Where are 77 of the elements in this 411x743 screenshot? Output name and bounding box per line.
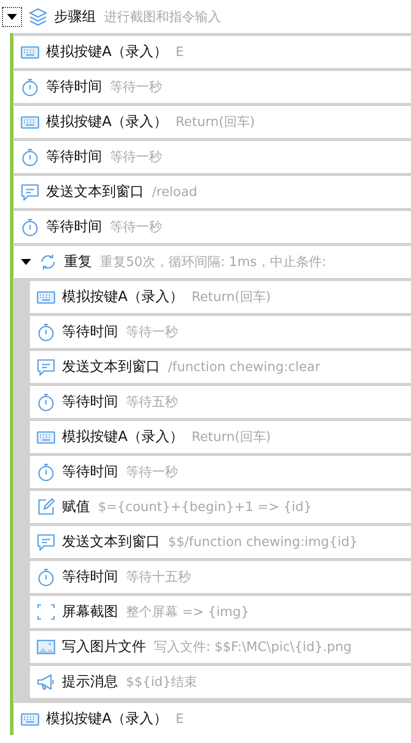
- stopwatch-icon: [36, 567, 56, 587]
- step-title: 模拟按键A（录入）: [62, 428, 184, 446]
- step-row[interactable]: 等待时间 等待一秒: [14, 71, 411, 103]
- step-row[interactable]: 模拟按键A（录入） Return(回车): [14, 106, 411, 138]
- step-title: 等待时间: [46, 78, 102, 96]
- step-title: 发送文本到窗口: [46, 183, 144, 201]
- step-title: 模拟按键A（录入）: [46, 43, 168, 61]
- step-detail: 等待一秒: [110, 79, 162, 96]
- step-row[interactable]: 等待时间 等待一秒: [30, 456, 411, 488]
- step-detail: /function chewing:clear: [168, 360, 320, 374]
- step-title: 等待时间: [62, 568, 118, 586]
- step-row[interactable]: 发送文本到窗口 $$/function chewing:img{id}: [30, 526, 411, 558]
- step-row[interactable]: 发送文本到窗口 /reload: [14, 176, 411, 208]
- megaphone-icon: [36, 672, 56, 692]
- step-row[interactable]: 模拟按键A（录入） E: [14, 36, 411, 68]
- step-title: 提示消息: [62, 673, 118, 691]
- step-title: 等待时间: [62, 323, 118, 341]
- step-title: 屏幕截图: [62, 603, 118, 621]
- step-detail: 等待十五秒: [126, 569, 191, 586]
- step-title: 赋值: [62, 498, 90, 516]
- step-title: 等待时间: [46, 148, 102, 166]
- step-detail: 等待一秒: [110, 219, 162, 236]
- step-title: 模拟按键A（录入）: [62, 288, 184, 306]
- step-title: 等待时间: [62, 463, 118, 481]
- layers-icon: [28, 6, 48, 26]
- step-detail: 等待一秒: [126, 324, 178, 341]
- step-title: 重复: [64, 253, 92, 271]
- chat-bubble-icon: [36, 357, 56, 377]
- stopwatch-icon: [20, 217, 40, 237]
- stopwatch-icon: [20, 147, 40, 167]
- screenshot-frame-icon: [36, 602, 56, 622]
- step-detail: 等待一秒: [110, 149, 162, 166]
- step-row[interactable]: 模拟按键A（录入） Return(回车): [30, 281, 411, 313]
- step-row[interactable]: 等待时间 等待五秒: [30, 386, 411, 418]
- step-detail: 等待一秒: [126, 464, 178, 481]
- step-detail: /reload: [152, 184, 198, 200]
- step-row[interactable]: 等待时间 等待十五秒: [30, 561, 411, 593]
- step-row[interactable]: 赋值 $={count}+{begin}+1 => {id}: [30, 491, 411, 523]
- step-detail: Return(回车): [192, 289, 271, 306]
- step-detail: Return(回车): [192, 429, 271, 446]
- step-detail: 重复50次，循环间隔: 1ms，中止条件:: [100, 254, 326, 271]
- step-row[interactable]: 等待时间 等待一秒: [14, 141, 411, 173]
- step-title: 等待时间: [46, 218, 102, 236]
- step-detail: 进行截图和指令输入: [104, 8, 221, 26]
- step-detail: Return(回车): [176, 114, 255, 131]
- step-row[interactable]: 提示消息 $${id}结束: [30, 666, 411, 698]
- step-row[interactable]: 等待时间 等待一秒: [14, 211, 411, 243]
- step-title: 模拟按键A（录入）: [46, 113, 168, 131]
- step-detail: 写入文件: $$F:\MC\pic\{id}.png: [154, 639, 352, 656]
- step-detail: 整个屏幕 => {img}: [126, 604, 250, 621]
- step-row[interactable]: 发送文本到窗口 /function chewing:clear: [30, 351, 411, 383]
- pencil-icon: [36, 497, 56, 517]
- image-icon: [36, 637, 56, 657]
- step-row[interactable]: 重复 重复50次，循环间隔: 1ms，中止条件:: [14, 246, 411, 278]
- stopwatch-icon: [36, 392, 56, 412]
- step-detail: E: [176, 712, 184, 726]
- step-title: 发送文本到窗口: [62, 358, 160, 376]
- step-title: 模拟按键A（录入）: [46, 710, 168, 728]
- stopwatch-icon: [36, 462, 56, 482]
- step-title: 写入图片文件: [62, 638, 146, 656]
- step-row[interactable]: 等待时间 等待一秒: [30, 316, 411, 348]
- step-title: 发送文本到窗口: [62, 533, 160, 551]
- stopwatch-icon: [20, 77, 40, 97]
- step-row[interactable]: 模拟按键A（录入） Return(回车): [30, 421, 411, 453]
- step-detail: $={count}+{begin}+1 => {id}: [98, 500, 312, 514]
- step-title: 步骤组: [54, 8, 96, 26]
- step-detail: 等待五秒: [126, 394, 178, 411]
- step-detail: $${id}结束: [126, 674, 197, 691]
- step-row[interactable]: 屏幕截图 整个屏幕 => {img}: [30, 596, 411, 628]
- stopwatch-icon: [36, 322, 56, 342]
- step-detail: E: [176, 44, 184, 60]
- chat-bubble-icon: [20, 182, 40, 202]
- step-row[interactable]: 模拟按键A（录入） E: [14, 703, 411, 735]
- step-title: 等待时间: [62, 393, 118, 411]
- step-detail: $$/function chewing:img{id}: [168, 534, 358, 550]
- chat-bubble-icon: [36, 532, 56, 552]
- step-row[interactable]: 写入图片文件 写入文件: $$F:\MC\pic\{id}.png: [30, 631, 411, 663]
